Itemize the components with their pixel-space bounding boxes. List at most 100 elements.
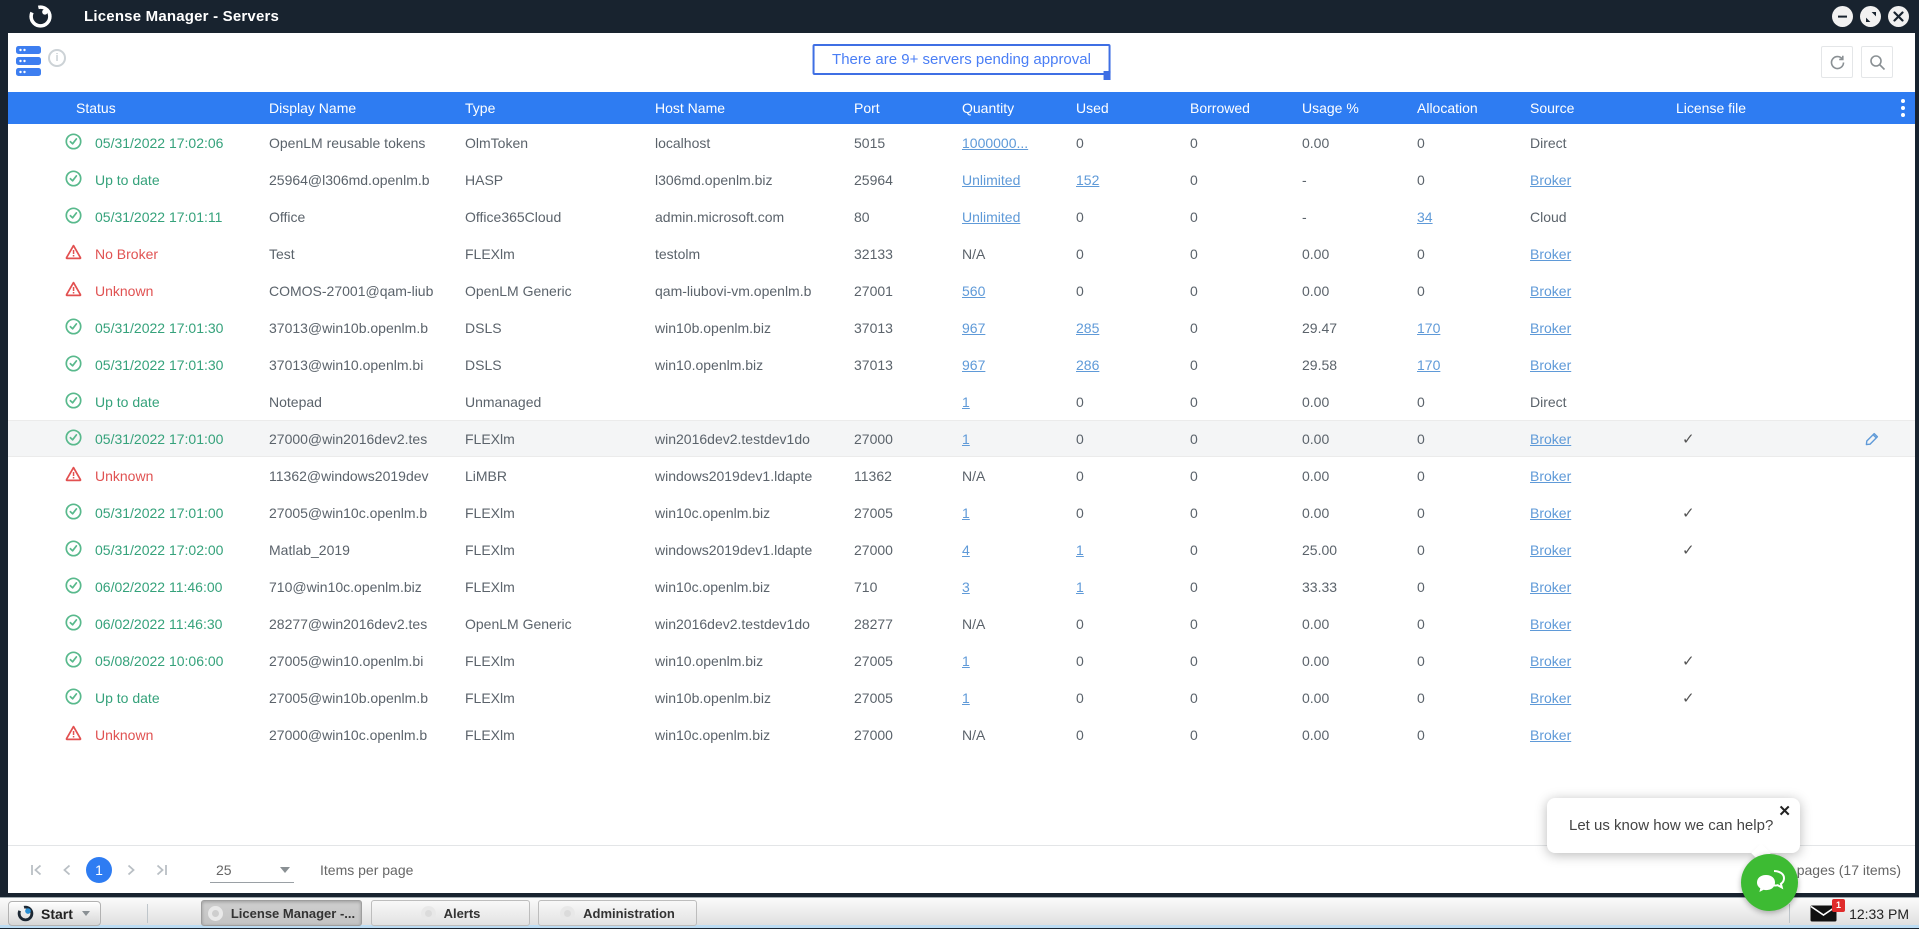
allocation-cell-value[interactable]: 170 <box>1417 357 1440 373</box>
source-cell-value[interactable]: Broker <box>1530 616 1571 632</box>
col-header-borrowed[interactable]: Borrowed <box>1190 100 1302 116</box>
table-row[interactable]: No BrokerTestFLEXlmtestolm32133N/A000.00… <box>8 235 1915 272</box>
col-header-usage[interactable]: Usage % <box>1302 100 1417 116</box>
page-size-select[interactable]: 25 <box>210 857 294 883</box>
table-row[interactable]: 06/02/2022 11:46:00710@win10c.openlm.biz… <box>8 568 1915 605</box>
table-row[interactable]: Up to date25964@l306md.openlm.bHASPl306m… <box>8 161 1915 198</box>
col-header-used[interactable]: Used <box>1076 100 1190 116</box>
refresh-button[interactable] <box>1821 46 1853 78</box>
column-menu-icon[interactable] <box>1901 99 1915 117</box>
type-cell-value: DSLS <box>465 357 502 373</box>
source-cell-value[interactable]: Broker <box>1530 727 1571 743</box>
quantity-cell: Unlimited <box>962 209 1076 225</box>
first-page-button[interactable] <box>22 855 52 885</box>
minimize-button[interactable] <box>1832 6 1853 27</box>
pending-approval-notice[interactable]: There are 9+ servers pending approval <box>812 44 1111 75</box>
taskbar-button-alerts[interactable]: Alerts <box>371 900 530 926</box>
source-cell-value[interactable]: Broker <box>1530 653 1571 669</box>
used-cell-value[interactable]: 1 <box>1076 579 1084 595</box>
table-row[interactable]: UnknownCOMOS-27001@qam-liubOpenLM Generi… <box>8 272 1915 309</box>
quantity-cell-value[interactable]: 1 <box>962 690 970 706</box>
allocation-cell-value: 0 <box>1417 283 1425 299</box>
close-button[interactable] <box>1888 6 1909 27</box>
host-name-cell-value: win2016dev2.testdev1do <box>655 431 810 447</box>
chat-button[interactable] <box>1741 854 1798 911</box>
col-header-allocation[interactable]: Allocation <box>1417 100 1530 116</box>
maximize-button[interactable] <box>1860 6 1881 27</box>
quantity-cell-value[interactable]: 1 <box>962 394 970 410</box>
quantity-cell-value[interactable]: Unlimited <box>962 209 1020 225</box>
start-button[interactable]: Start <box>8 901 101 926</box>
mail-tray-icon[interactable]: 1 <box>1810 905 1837 922</box>
source-cell-value[interactable]: Broker <box>1530 542 1571 558</box>
current-page-button[interactable]: 1 <box>86 857 112 883</box>
col-header-license-file[interactable]: License file <box>1676 100 1850 116</box>
col-header-host-name[interactable]: Host Name <box>655 100 854 116</box>
quantity-cell-value[interactable]: 4 <box>962 542 970 558</box>
table-row[interactable]: 05/31/2022 17:01:0027005@win10c.openlm.b… <box>8 494 1915 531</box>
prev-page-button[interactable] <box>52 855 82 885</box>
quantity-cell-value[interactable]: 1000000... <box>962 135 1028 151</box>
col-header-port[interactable]: Port <box>854 100 962 116</box>
allocation-cell-value: 0 <box>1417 394 1425 410</box>
used-cell-value[interactable]: 286 <box>1076 357 1099 373</box>
quantity-cell-value[interactable]: Unlimited <box>962 172 1020 188</box>
allocation-cell-value[interactable]: 170 <box>1417 320 1440 336</box>
table-row[interactable]: 05/08/2022 10:06:0027005@win10.openlm.bi… <box>8 642 1915 679</box>
used-cell-value[interactable]: 1 <box>1076 542 1084 558</box>
search-button[interactable] <box>1861 46 1893 78</box>
taskbar-button-license-manager[interactable]: License Manager -... <box>201 900 362 926</box>
port-cell-value: 25964 <box>854 172 893 188</box>
source-cell-value[interactable]: Broker <box>1530 172 1571 188</box>
license-manager-window: i There are 9+ servers pending approval … <box>8 33 1915 893</box>
table-row[interactable]: Up to dateNotepadUnmanaged1000.000Direct <box>8 383 1915 420</box>
col-header-quantity[interactable]: Quantity <box>962 100 1076 116</box>
table-row[interactable]: 05/31/2022 17:02:06OpenLM reusable token… <box>8 124 1915 161</box>
table-row[interactable]: Up to date27005@win10b.openlm.bFLEXlmwin… <box>8 679 1915 716</box>
quantity-cell-value[interactable]: 1 <box>962 505 970 521</box>
last-page-button[interactable] <box>146 855 176 885</box>
col-header-type[interactable]: Type <box>465 100 655 116</box>
quantity-cell-value[interactable]: 1 <box>962 653 970 669</box>
table-row[interactable]: 05/31/2022 17:01:3037013@win10.openlm.bi… <box>8 346 1915 383</box>
table-row[interactable]: 05/31/2022 17:02:00Matlab_2019FLEXlmwind… <box>8 531 1915 568</box>
quantity-cell-value[interactable]: 967 <box>962 357 985 373</box>
edit-pencil-icon[interactable] <box>1864 431 1915 447</box>
quantity-cell-value[interactable]: 560 <box>962 283 985 299</box>
source-cell-value[interactable]: Broker <box>1530 246 1571 262</box>
quantity-cell-value[interactable]: 967 <box>962 320 985 336</box>
allocation-cell-value: 0 <box>1417 246 1425 262</box>
table-row[interactable]: Unknown27000@win10c.openlm.bFLEXlmwin10c… <box>8 716 1915 753</box>
source-cell-value[interactable]: Broker <box>1530 320 1571 336</box>
borrowed-cell: 0 <box>1190 283 1302 299</box>
table-row[interactable]: 06/02/2022 11:46:3028277@win2016dev2.tes… <box>8 605 1915 642</box>
source-cell-value[interactable]: Broker <box>1530 505 1571 521</box>
quantity-cell-value[interactable]: 1 <box>962 431 970 447</box>
col-header-status[interactable]: Status <box>8 100 269 116</box>
source-cell-value[interactable]: Broker <box>1530 431 1571 447</box>
display-name-cell-value: 25964@l306md.openlm.b <box>269 172 430 188</box>
source-cell-value[interactable]: Broker <box>1530 579 1571 595</box>
table-row[interactable]: 05/31/2022 17:01:11OfficeOffice365Clouda… <box>8 198 1915 235</box>
info-icon[interactable]: i <box>48 49 66 67</box>
allocation-cell-value[interactable]: 34 <box>1417 209 1433 225</box>
source-cell-value[interactable]: Broker <box>1530 690 1571 706</box>
col-header-display-name[interactable]: Display Name <box>269 100 465 116</box>
taskbar-button-administration[interactable]: Administration <box>538 900 697 926</box>
quantity-cell-value[interactable]: 3 <box>962 579 970 595</box>
source-cell-value[interactable]: Broker <box>1530 468 1571 484</box>
used-cell-value[interactable]: 152 <box>1076 172 1099 188</box>
table-row[interactable]: Unknown11362@windows2019devLiMBRwindows2… <box>8 457 1915 494</box>
server-list-icon[interactable] <box>15 45 42 78</box>
status-text: No Broker <box>95 246 158 262</box>
source-cell-value[interactable]: Broker <box>1530 357 1571 373</box>
next-page-button[interactable] <box>116 855 146 885</box>
used-cell-value[interactable]: 285 <box>1076 320 1099 336</box>
table-row[interactable]: 05/31/2022 17:01:3037013@win10b.openlm.b… <box>8 309 1915 346</box>
type-cell-value: Office365Cloud <box>465 209 561 225</box>
col-header-source[interactable]: Source <box>1530 100 1676 116</box>
chat-tooltip-close-icon[interactable]: ✕ <box>1778 804 1791 819</box>
table-row[interactable]: 05/31/2022 17:01:0027000@win2016dev2.tes… <box>8 420 1915 457</box>
source-cell-value[interactable]: Broker <box>1530 283 1571 299</box>
usage-cell-value: 29.58 <box>1302 357 1337 373</box>
